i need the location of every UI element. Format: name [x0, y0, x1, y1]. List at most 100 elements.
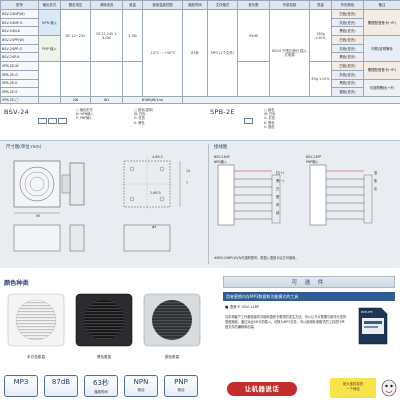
- blank-cell: [182, 96, 400, 104]
- feature-small: 驱动: [137, 388, 145, 392]
- bottom-value: 8Ω: [90, 96, 123, 104]
- sd-card-label: PATLITE: [361, 310, 373, 314]
- header-weight: 质量: [309, 0, 332, 10]
- bsv-code-notes-a: □ 输出形式 N: NPN输入 P: PNP输入: [76, 108, 131, 121]
- note-cell: 需搭配语音卡(→P.): [363, 8, 400, 37]
- pnp-cell: PNP 输入: [38, 35, 61, 63]
- color-cell: 灰色(亚光): [331, 69, 364, 80]
- header-model: 型号: [0, 0, 39, 10]
- model-cell: SPB-2E-K: [0, 78, 39, 89]
- header-format: 文件格式: [207, 0, 238, 10]
- model-cell: BSV-24NP-G: [0, 17, 39, 28]
- wire-label: 灰: [374, 187, 378, 191]
- model-cell: BSV-24NP(W): [0, 9, 39, 19]
- mascot-icon: [381, 379, 397, 397]
- speaker-images: [7, 293, 201, 347]
- colors-section: 颜色种类 本白色垂直 黑色垂直 银色垂直: [0, 270, 215, 376]
- wire-label: 黑(−): [276, 179, 285, 183]
- color-cell: 白色(亚光): [331, 35, 364, 45]
- code-box: [38, 118, 47, 124]
- color-cell: 白色(亚光): [331, 61, 364, 71]
- dim-label: φ4: [152, 225, 157, 229]
- dimension-drawing: [13, 157, 181, 252]
- code-box: [244, 118, 253, 124]
- wire-label: 红(+): [276, 171, 285, 175]
- header-note: 备注: [363, 0, 400, 10]
- header-volume: 音量: [122, 0, 143, 10]
- header-external: 外部控制: [269, 0, 310, 10]
- color-cell: 灰色(亚光): [331, 17, 364, 28]
- power-cell: 3.3W: [122, 8, 143, 63]
- spec-header-row: 型号 输出形式 额定电压 消耗电流 音量 使用温度范围 播放时间 文件格式 音乐…: [0, 0, 400, 10]
- speaker-label: 银色垂直: [164, 355, 180, 359]
- bsv-code-strip: BSV-24 □ 输出形式 N: NPN输入 P: PNP输入 □ 颜色(选择)…: [4, 108, 194, 138]
- model-cell: SPB-2E-G: [0, 69, 39, 80]
- feature-badge: MP3: [4, 375, 38, 397]
- header-music: 音乐数: [237, 0, 270, 10]
- feature-big: 87dB: [51, 378, 71, 386]
- blank-cell: [90, 61, 123, 97]
- feature-small: 播放时间: [94, 390, 108, 394]
- feature-big: NPN: [133, 378, 149, 386]
- color-cell: 灰色(亚光): [331, 43, 364, 54]
- volume-cell: 95dB: [237, 8, 270, 63]
- table-row: BSV-24NP(W) NPN 输入 DC 12~24V DC12,24V 2 …: [0, 8, 400, 97]
- current-cell: DC12,24V 2 3.0W: [90, 8, 123, 63]
- wire-label: 绿: [276, 211, 280, 215]
- dim-label: 7: [186, 181, 189, 185]
- table-row: SPB-2E-□ 2W 8Ω 87dB(W/1m): [0, 96, 400, 104]
- optional-subtitle: 用来更换内存MP3数据和功能模式的工具: [223, 292, 395, 301]
- wiring-footnote: ※BSV-24NP(W)为可选购型号，需插入语音卡后方可使用。: [214, 256, 299, 260]
- code-boxes: [244, 109, 254, 128]
- blank-cell: [122, 61, 143, 97]
- voltage-cell: DC 12~24V: [60, 8, 91, 63]
- color-cell: 白色(亚光): [331, 9, 364, 19]
- feature-badge: 63秒 播放时间: [84, 375, 118, 397]
- speaker-label: 黑色垂直: [96, 355, 112, 359]
- header-output: 输出形式: [38, 0, 61, 10]
- optional-title: 可 选 件: [223, 276, 395, 288]
- wiring-diagram: [217, 164, 373, 226]
- wiring-labels-left: 红(+) 黑(−) 白 橙 黄 绿: [276, 169, 284, 217]
- format-cell: MP3 (2个文件): [207, 9, 238, 97]
- spec-table-section: 型号 输出形式 额定电压 消耗电流 音量 使用温度范围 播放时间 文件格式 音乐…: [0, 0, 400, 129]
- model-cell: SPB-2E-S: [0, 87, 39, 97]
- blank-cell: [38, 61, 61, 97]
- optional-description: 当中和客户工作基础操作并使用语音卡更改的发生方法。可以让卡片数据与制作分发的语音…: [225, 315, 347, 329]
- external-cell: BSV4 只限正面分 插入式电源: [269, 9, 310, 97]
- temp-cell: -10°C ~ +50°C: [142, 9, 183, 97]
- feature-badge: NPN 驱动: [124, 375, 158, 397]
- wiring-labels-right: 蓝 紫 灰: [374, 169, 377, 193]
- bsv-code-title: BSV-24: [4, 108, 29, 116]
- bottom-banner: 让机器说话 用大宝科技查 一个网站: [215, 376, 400, 400]
- feature-big: PNP: [174, 378, 188, 386]
- weight-cell: 180g ±10%: [309, 8, 332, 63]
- model-cell: SPB-2E-□: [0, 96, 39, 104]
- code-boxes: [38, 109, 68, 128]
- npn-cell: NPN 输入: [38, 8, 61, 37]
- feature-badge: 87dB: [44, 375, 78, 397]
- note-cell: 可选购警铃(→P.): [363, 78, 400, 97]
- ad-box[interactable]: 用大宝科技查 一个网站: [330, 378, 376, 398]
- model-cell: BSV-24P-K: [0, 52, 39, 63]
- feature-big: MP3: [13, 378, 29, 386]
- dim-label: 4-Φ3.5: [152, 155, 163, 159]
- feature-badge: PNP 驱动: [164, 375, 198, 397]
- code-note: K: 黑色: [134, 120, 145, 125]
- speaker-label: 本白色垂直: [27, 355, 45, 359]
- optional-item: ■ 语音卡 SDV-128P: [225, 305, 260, 309]
- dim-label: 14: [186, 169, 191, 173]
- wire-label: 白: [276, 187, 280, 191]
- model-cell: SPB-2E-W: [0, 61, 39, 71]
- spb-code-notes: □ 颜色 W: 白色 G: 灰色 K: 黑色 S: 银色: [264, 108, 324, 129]
- spec-table: 型号 输出形式 额定电压 消耗电流 音量 使用温度范围 播放时间 文件格式 音乐…: [0, 0, 400, 104]
- spb-code-strip: SPB-2E □ 颜色 W: 白色 G: 灰色 K: 黑色 S: 银色: [210, 108, 396, 138]
- dimension-section: 尺寸图(单位:mm) 接线图 4-Φ3.5 90 2-Φ3.5 φ4 14 7: [0, 140, 400, 268]
- wire-label: 紫: [374, 179, 378, 183]
- wire-label: 蓝: [374, 171, 378, 175]
- spb-code-title: SPB-2E: [210, 108, 235, 116]
- feature-small: 驱动: [177, 388, 185, 392]
- optional-section: 可 选 件 用来更换内存MP3数据和功能模式的工具 ■ 语音卡 SDV-128P…: [215, 270, 400, 376]
- header-time: 播放时间: [182, 0, 208, 10]
- dimension-title: 尺寸图(单位:mm): [6, 145, 42, 150]
